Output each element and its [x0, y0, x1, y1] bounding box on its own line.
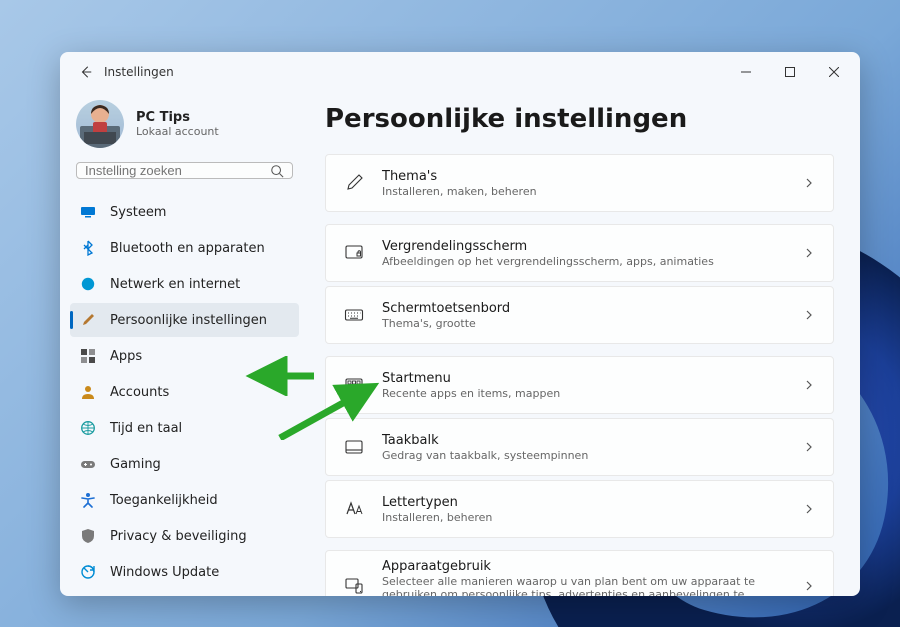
setting-title: Lettertypen	[382, 495, 785, 510]
sidebar-item-label: Toegankelijkheid	[110, 493, 218, 508]
brush-icon	[80, 312, 96, 328]
setting-card-apparaatgebruik[interactable]: Apparaatgebruik Selecteer alle manieren …	[325, 550, 834, 596]
sidebar-item-label: Accounts	[110, 385, 169, 400]
sidebar-item-tijd-en-taal[interactable]: Tijd en taal	[70, 411, 299, 445]
chevron-right-icon	[803, 174, 815, 193]
chevron-right-icon	[803, 244, 815, 263]
chevron-right-icon	[803, 438, 815, 457]
setting-card-vergrendelingsscherm[interactable]: Vergrendelingsscherm Afbeeldingen op het…	[325, 224, 834, 282]
chevron-right-icon	[803, 306, 815, 325]
maximize-icon	[785, 67, 795, 77]
search-input[interactable]	[85, 163, 270, 178]
setting-subtitle: Recente apps en items, mappen	[382, 387, 785, 400]
sidebar-item-toegankelijkheid[interactable]: Toegankelijkheid	[70, 483, 299, 517]
search-box[interactable]	[76, 162, 293, 179]
setting-subtitle: Installeren, maken, beheren	[382, 185, 785, 198]
sidebar-item-apps[interactable]: Apps	[70, 339, 299, 373]
accessibility-icon	[80, 492, 96, 508]
profile-name: PC Tips	[136, 110, 219, 125]
sidebar-item-label: Netwerk en internet	[110, 277, 240, 292]
taskbar-icon	[344, 437, 364, 457]
sidebar-item-systeem[interactable]: Systeem	[70, 195, 299, 229]
settings-window: Instellingen	[60, 52, 860, 596]
setting-title: Apparaatgebruik	[382, 559, 785, 574]
setting-subtitle: Afbeeldingen op het vergrendelingsscherm…	[382, 255, 785, 268]
page-title: Persoonlijke instellingen	[325, 104, 834, 134]
sidebar-item-privacy-beveiliging[interactable]: Privacy & beveiliging	[70, 519, 299, 553]
sidebar-item-label: Privacy & beveiliging	[110, 529, 247, 544]
sidebar-item-windows-update[interactable]: Windows Update	[70, 555, 299, 589]
sidebar-item-label: Apps	[110, 349, 142, 364]
sidebar-item-bluetooth-en-apparaten[interactable]: Bluetooth en apparaten	[70, 231, 299, 265]
setting-title: Vergrendelingsscherm	[382, 239, 785, 254]
profile-sub: Lokaal account	[136, 125, 219, 138]
chevron-right-icon	[803, 500, 815, 519]
update-icon	[80, 564, 96, 580]
close-button[interactable]	[812, 56, 856, 88]
fonts-icon	[344, 499, 364, 519]
avatar-image	[76, 100, 124, 148]
setting-card-startmenu[interactable]: Startmenu Recente apps en items, mappen	[325, 356, 834, 414]
maximize-button[interactable]	[768, 56, 812, 88]
chevron-right-icon	[803, 577, 815, 596]
sidebar-item-gaming[interactable]: Gaming	[70, 447, 299, 481]
apps-icon	[80, 348, 96, 364]
person-icon	[80, 384, 96, 400]
sidebar-item-label: Systeem	[110, 205, 166, 220]
sidebar-item-label: Tijd en taal	[110, 421, 182, 436]
keyboard-icon	[344, 305, 364, 325]
setting-subtitle: Gedrag van taakbalk, systeempinnen	[382, 449, 785, 462]
close-icon	[829, 67, 839, 77]
main-panel: Persoonlijke instellingen Thema's Instal…	[305, 92, 860, 596]
back-button[interactable]	[72, 58, 100, 86]
bluetooth-icon	[80, 240, 96, 256]
device-usage-icon	[344, 576, 364, 596]
sidebar: PC Tips Lokaal account Systeem Bluetooth…	[60, 92, 305, 596]
search-icon	[270, 164, 284, 178]
setting-card-thema-s[interactable]: Thema's Installeren, maken, beheren	[325, 154, 834, 212]
wifi-icon	[80, 276, 96, 292]
chevron-right-icon	[803, 376, 815, 395]
sidebar-item-label: Windows Update	[110, 565, 219, 580]
setting-title: Startmenu	[382, 371, 785, 386]
setting-card-taakbalk[interactable]: Taakbalk Gedrag van taakbalk, systeempin…	[325, 418, 834, 476]
pc-icon	[80, 204, 96, 220]
shield-icon	[80, 528, 96, 544]
profile-block[interactable]: PC Tips Lokaal account	[70, 92, 299, 162]
window-title: Instellingen	[104, 65, 174, 79]
sidebar-item-label: Persoonlijke instellingen	[110, 313, 267, 328]
game-icon	[80, 456, 96, 472]
titlebar: Instellingen	[60, 52, 860, 92]
lock-screen-icon	[344, 243, 364, 263]
avatar	[76, 100, 124, 148]
sidebar-item-label: Bluetooth en apparaten	[110, 241, 265, 256]
minimize-button[interactable]	[724, 56, 768, 88]
setting-card-lettertypen[interactable]: Lettertypen Installeren, beheren	[325, 480, 834, 538]
setting-title: Schermtoetsenbord	[382, 301, 785, 316]
sidebar-item-label: Gaming	[110, 457, 161, 472]
setting-subtitle: Selecteer alle manieren waarop u van pla…	[382, 575, 785, 597]
setting-card-schermtoetsenbord[interactable]: Schermtoetsenbord Thema's, grootte	[325, 286, 834, 344]
setting-title: Taakbalk	[382, 433, 785, 448]
setting-title: Thema's	[382, 169, 785, 184]
minimize-icon	[741, 67, 751, 77]
brush-outline-icon	[344, 173, 364, 193]
start-icon	[344, 375, 364, 395]
back-arrow-icon	[79, 65, 93, 79]
setting-subtitle: Thema's, grootte	[382, 317, 785, 330]
nav-list: Systeem Bluetooth en apparaten Netwerk e…	[70, 195, 299, 589]
sidebar-item-persoonlijke-instellingen[interactable]: Persoonlijke instellingen	[70, 303, 299, 337]
setting-subtitle: Installeren, beheren	[382, 511, 785, 524]
sidebar-item-accounts[interactable]: Accounts	[70, 375, 299, 409]
sidebar-item-netwerk-en-internet[interactable]: Netwerk en internet	[70, 267, 299, 301]
globe-clock-icon	[80, 420, 96, 436]
